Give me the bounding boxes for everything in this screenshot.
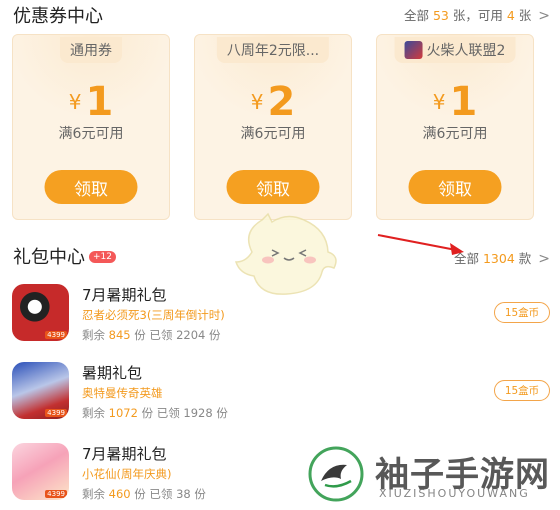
redeem-button[interactable]: 15盒币 bbox=[494, 380, 550, 401]
coupon-value: 2 bbox=[267, 79, 296, 125]
coupon-amount: ¥1 bbox=[13, 79, 169, 125]
pack-stats: 剩余 460 份 已领 38 份 bbox=[82, 487, 206, 501]
coupon-amount: ¥2 bbox=[195, 79, 351, 125]
watermark-subtitle: XIUZISHOUYOUWANG bbox=[379, 487, 530, 500]
site-watermark: 袖子手游网 XIUZISHOUYOUWANG bbox=[303, 445, 560, 507]
coupon-condition: 满6元可用 bbox=[240, 126, 306, 142]
list-item[interactable]: 4399 暑期礼包 奥特曼传奇英雄 剩余 1072 份 已领 1928 份 15… bbox=[0, 362, 560, 432]
gift-section-title: 礼包中心 +12 bbox=[13, 243, 116, 269]
claim-button[interactable]: 领取 bbox=[226, 170, 320, 204]
coupon-summary-prefix: 全部 bbox=[403, 8, 429, 23]
coupon-summary-mid: 张，可用 bbox=[452, 8, 503, 23]
list-item[interactable]: 4399 7月暑期礼包 忍者必须死3(三周年倒计时) 剩余 845 份 已领 2… bbox=[0, 284, 560, 354]
coupon-summary-suffix: 张 bbox=[518, 8, 532, 23]
gift-summary-suffix: 款 bbox=[518, 251, 532, 266]
count-badge: +12 bbox=[89, 251, 116, 263]
pack-game-name[interactable]: 小花仙(周年庆典) bbox=[82, 466, 171, 482]
pack-title: 暑期礼包 bbox=[82, 364, 143, 382]
game-thumbnail: 4399 bbox=[12, 443, 69, 500]
coupon-condition: 满6元可用 bbox=[422, 126, 488, 142]
gift-total-count: 1304 bbox=[482, 251, 515, 266]
game-icon bbox=[404, 41, 423, 59]
coupon-tag: 通用券 bbox=[60, 37, 122, 63]
yen-symbol: ¥ bbox=[432, 90, 446, 114]
redeem-button[interactable]: 15盒币 bbox=[494, 302, 550, 323]
pack-title: 7月暑期礼包 bbox=[82, 286, 167, 304]
pack-stats: 剩余 845 份 已领 2204 份 bbox=[82, 328, 221, 342]
platform-badge: 4399 bbox=[45, 490, 67, 498]
coupon-condition: 满6元可用 bbox=[58, 126, 124, 142]
coupon-card: 通用券 ¥1 满6元可用 领取 bbox=[12, 34, 170, 220]
yen-symbol: ¥ bbox=[250, 90, 264, 114]
pack-stats: 剩余 1072 份 已领 1928 份 bbox=[82, 406, 228, 420]
coupon-value: 1 bbox=[449, 79, 478, 125]
game-thumbnail: 4399 bbox=[12, 362, 69, 419]
pack-title: 7月暑期礼包 bbox=[82, 445, 167, 463]
chevron-right-icon: > bbox=[538, 251, 550, 267]
coupon-available-count: 4 bbox=[506, 8, 515, 23]
gift-summary-link[interactable]: 全部 1304 款 > bbox=[454, 248, 550, 267]
coupon-total-count: 53 bbox=[432, 8, 449, 23]
coupon-card: 火柴人联盟2 ¥1 满6元可用 领取 bbox=[376, 34, 534, 220]
coupon-amount: ¥1 bbox=[377, 79, 533, 125]
watermark-logo bbox=[308, 446, 364, 502]
coupon-section-header: 优惠券中心 全部 53 张，可用 4 张 > bbox=[0, 2, 560, 28]
chevron-right-icon: > bbox=[538, 8, 550, 24]
coupon-section-title: 优惠券中心 bbox=[13, 6, 103, 27]
platform-badge: 4399 bbox=[45, 331, 67, 339]
game-thumbnail: 4399 bbox=[12, 284, 69, 341]
platform-badge: 4399 bbox=[45, 409, 67, 417]
coupon-value: 1 bbox=[85, 79, 114, 125]
claim-button[interactable]: 领取 bbox=[408, 170, 502, 204]
red-arrow-annotation bbox=[377, 234, 464, 255]
pack-game-name[interactable]: 忍者必须死3(三周年倒计时) bbox=[82, 307, 225, 323]
pack-game-name[interactable]: 奥特曼传奇英雄 bbox=[82, 385, 163, 401]
coupon-tag: 火柴人联盟2 bbox=[394, 37, 516, 63]
claim-button[interactable]: 领取 bbox=[44, 170, 138, 204]
yen-symbol: ¥ bbox=[68, 90, 82, 114]
coupon-summary-link[interactable]: 全部 53 张，可用 4 张 > bbox=[404, 5, 550, 24]
coupon-tag: 八周年2元限... bbox=[216, 37, 330, 63]
coupon-card: 八周年2元限... ¥2 满6元可用 领取 bbox=[194, 34, 352, 220]
